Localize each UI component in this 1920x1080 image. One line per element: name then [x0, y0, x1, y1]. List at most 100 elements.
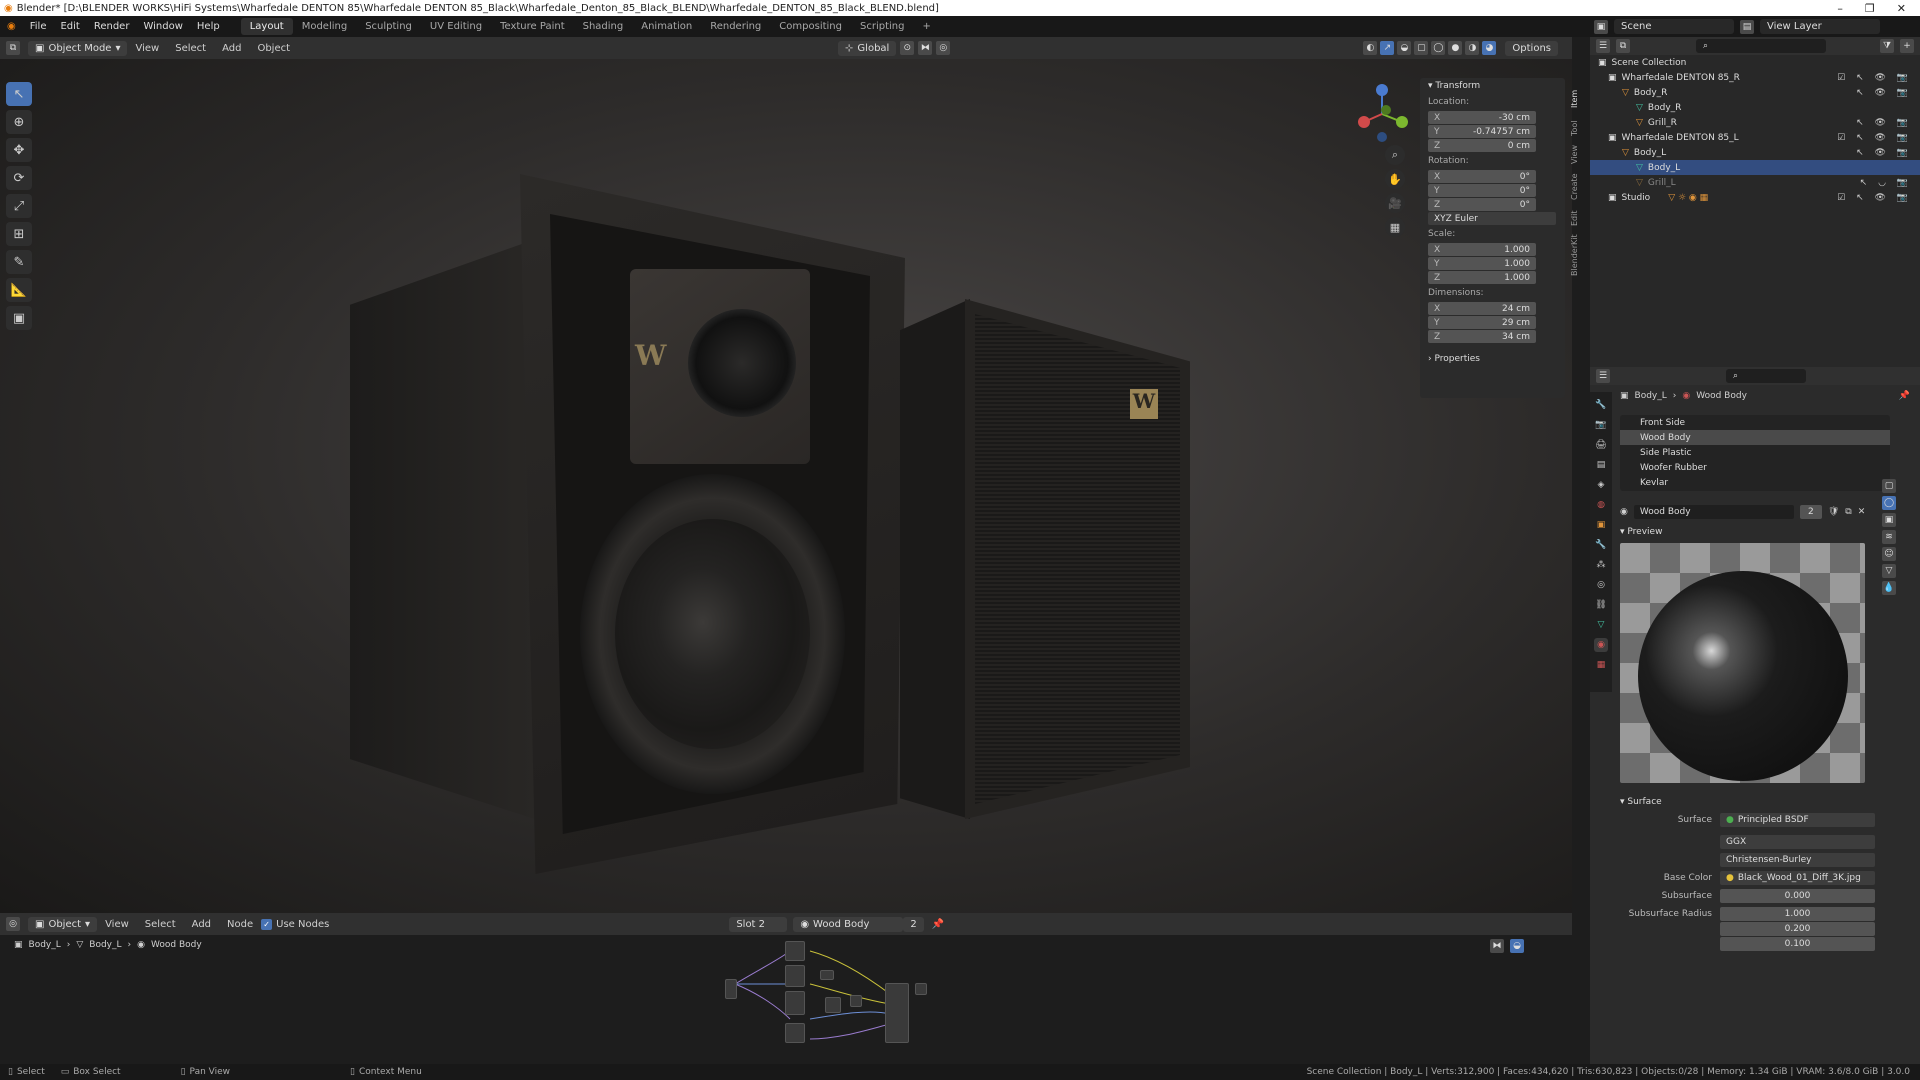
snap-node-icon[interactable]: ⧓	[1490, 939, 1504, 953]
navigation-gizmo[interactable]	[1350, 82, 1414, 146]
scale-tool-icon[interactable]: ⤢	[6, 194, 32, 218]
tab-create[interactable]: Create	[1570, 164, 1579, 200]
menu-add[interactable]: Add	[214, 43, 249, 54]
outliner-row[interactable]: ▽ Body_L	[1590, 160, 1920, 175]
dimension-x-field[interactable]: X 24 cm	[1428, 302, 1536, 315]
visibility-toggles-icon[interactable]: ↖ ◡ 📷	[1860, 178, 1912, 188]
subsurface-radius-x[interactable]: 1.000	[1720, 907, 1875, 921]
distribution-dropdown[interactable]: GGX	[1720, 835, 1875, 849]
surface-shader-field[interactable]: ● Principled BSDF	[1720, 813, 1875, 827]
material-name-field[interactable]: Wood Body	[1633, 505, 1794, 519]
node-editor[interactable]: ▣ Body_L › ▽ Body_L › ◉ Wood Body ⧓ ◒	[0, 935, 1572, 1063]
outliner-row[interactable]: ▽ Body_R ↖ 👁 📷	[1590, 85, 1920, 100]
tab-view[interactable]: View	[1570, 136, 1579, 164]
rotation-mode-dropdown[interactable]: XYZ Euler	[1428, 212, 1556, 225]
tab-modeling[interactable]: Modeling	[293, 18, 357, 35]
pivot-icon[interactable]: ⊙	[900, 41, 915, 55]
view-layer-selector[interactable]: View Layer	[1760, 19, 1880, 34]
menu-node-view[interactable]: View	[97, 919, 137, 930]
node-image-texture[interactable]	[785, 991, 805, 1015]
visibility-toggles-icon[interactable]: ↖ 👁 📷	[1856, 118, 1912, 128]
menu-node-node[interactable]: Node	[219, 919, 261, 930]
menu-help[interactable]: Help	[190, 21, 227, 32]
close-button[interactable]: ✕	[1897, 2, 1906, 15]
outliner-row[interactable]: ▽ Grill_R ↖ 👁 📷	[1590, 115, 1920, 130]
tool-tab-icon[interactable]: 🔧	[1594, 398, 1608, 412]
material-slot[interactable]: Front Side	[1620, 415, 1890, 430]
scene-selector[interactable]: Scene	[1614, 19, 1734, 34]
fake-user-icon[interactable]: 🛡	[1828, 507, 1839, 517]
surface-header[interactable]: ▾ Surface	[1620, 797, 1910, 807]
annotate-tool-icon[interactable]: ✎	[6, 250, 32, 274]
tab-compositing[interactable]: Compositing	[770, 18, 851, 35]
menu-select[interactable]: Select	[167, 43, 214, 54]
scale-z-field[interactable]: Z 1.000	[1428, 271, 1536, 284]
material-slot[interactable]: Kevlar	[1620, 475, 1890, 490]
data-tab-icon[interactable]: ▽	[1594, 618, 1608, 632]
gizmo-toggle-icon[interactable]: ↗	[1380, 41, 1395, 55]
node-bump[interactable]	[850, 995, 862, 1007]
tab-rendering[interactable]: Rendering	[701, 18, 770, 35]
camera-icon[interactable]: 🎥	[1385, 193, 1405, 213]
unlink-icon[interactable]: ✕	[1858, 507, 1866, 517]
pan-hand-icon[interactable]: ✋	[1385, 169, 1405, 189]
snap-icon[interactable]: ⧓	[918, 41, 933, 55]
visibility-icon[interactable]: ◐	[1363, 41, 1378, 55]
measure-tool-icon[interactable]: 📐	[6, 278, 32, 302]
subsurface-method-dropdown[interactable]: Christensen-Burley	[1720, 853, 1875, 867]
scale-y-field[interactable]: Y 1.000	[1428, 257, 1536, 270]
preview-header[interactable]: ▾ Preview	[1620, 527, 1910, 537]
node-object-dropdown[interactable]: ▣ Object ▾	[28, 916, 98, 932]
base-color-field[interactable]: ● Black_Wood_01_Diff_3K.jpg	[1720, 871, 1875, 885]
subsurface-radius-z[interactable]: 0.100	[1720, 937, 1875, 951]
visibility-toggles-icon[interactable]: ☑ ↖ 👁 📷	[1837, 133, 1912, 143]
outliner-row[interactable]: ▽ Grill_L ↖ ◡ 📷	[1590, 175, 1920, 190]
duplicate-icon[interactable]: ⧉	[1845, 507, 1851, 517]
tab-uv-editing[interactable]: UV Editing	[421, 18, 491, 35]
tab-sculpting[interactable]: Sculpting	[356, 18, 421, 35]
preview-cloth-icon[interactable]: ▽	[1882, 564, 1896, 578]
object-mode-dropdown[interactable]: ▣ Object Mode ▾	[28, 40, 128, 56]
node-color-ramp[interactable]	[820, 970, 834, 980]
outliner-editor-icon[interactable]: ☰	[1596, 39, 1610, 53]
material-slot[interactable]: Side Plastic	[1620, 445, 1890, 460]
transform-orientation-dropdown[interactable]: ⊹ Global	[838, 40, 897, 56]
tab-layout[interactable]: Layout	[240, 18, 293, 35]
cursor-tool-icon[interactable]: ⊕	[6, 110, 32, 134]
outliner-row[interactable]: ▽ Body_R	[1590, 100, 1920, 115]
properties-search-input[interactable]: ⌕	[1726, 369, 1806, 383]
menu-node-add[interactable]: Add	[184, 919, 219, 930]
outliner-row[interactable]: ▣ Studio ▽ ☼ ◉ ▦ ☑ ↖ 👁 📷	[1590, 190, 1920, 205]
view-layer-tab-icon[interactable]: ▤	[1594, 458, 1608, 472]
tab-texture-paint[interactable]: Texture Paint	[491, 18, 574, 35]
tab-shading[interactable]: Shading	[574, 18, 633, 35]
material-slot[interactable]: Woofer Rubber	[1620, 460, 1890, 475]
shading-rendered-icon[interactable]: ◕	[1482, 41, 1497, 55]
render-tab-icon[interactable]: 📷	[1594, 418, 1608, 432]
menu-file[interactable]: File	[23, 21, 54, 32]
dimension-y-field[interactable]: Y 29 cm	[1428, 316, 1536, 329]
preview-fluid-icon[interactable]: 💧	[1882, 581, 1896, 595]
outliner-search-input[interactable]: ⌕	[1696, 39, 1826, 53]
tab-animation[interactable]: Animation	[632, 18, 701, 35]
3d-viewport[interactable]: W W	[0, 59, 1572, 913]
dimension-z-field[interactable]: Z 34 cm	[1428, 330, 1536, 343]
pin-icon[interactable]: 📌	[932, 919, 944, 930]
outliner-row[interactable]: ▣ Wharfedale DENTON 85_R ☑ ↖ 👁 📷	[1590, 70, 1920, 85]
node-material-users[interactable]: 2	[903, 916, 924, 932]
rotate-tool-icon[interactable]: ⟳	[6, 166, 32, 190]
node-editor-type-icon[interactable]: ◎	[6, 917, 20, 931]
location-x-field[interactable]: X -30 cm	[1428, 111, 1536, 124]
menu-window[interactable]: Window	[136, 21, 189, 32]
material-users-count[interactable]: 2	[1799, 505, 1822, 519]
material-slot-selected[interactable]: Wood Body	[1620, 430, 1890, 445]
menu-view[interactable]: View	[127, 43, 167, 54]
menu-object[interactable]: Object	[249, 43, 298, 54]
tab-blenderkit[interactable]: BlenderKit	[1570, 226, 1579, 276]
constraints-tab-icon[interactable]: ⛓	[1594, 598, 1608, 612]
shading-wireframe-icon[interactable]: ◯	[1431, 41, 1446, 55]
move-tool-icon[interactable]: ✥	[6, 138, 32, 162]
display-mode-icon[interactable]: ⧉	[1616, 39, 1630, 53]
node-image-texture[interactable]	[785, 1023, 805, 1043]
xray-icon[interactable]: ▢	[1414, 41, 1429, 55]
